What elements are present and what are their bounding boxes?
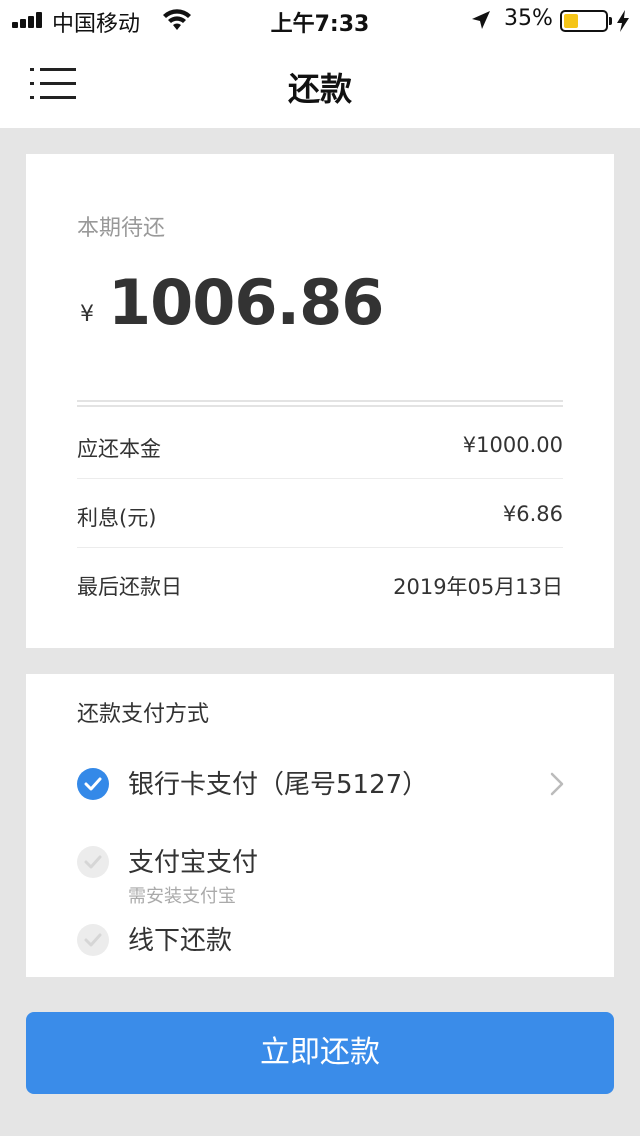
option-alipay[interactable]: 支付宝支付 需安装支付宝: [77, 842, 563, 907]
due-date-label: 最后还款日: [77, 575, 182, 599]
interest-value: ¥6.86: [502, 502, 563, 526]
unchecked-icon: [77, 846, 109, 878]
interest-label: 利息(元): [77, 506, 157, 530]
battery-fill: [564, 14, 578, 28]
option-bank-card-label: 银行卡支付（尾号5127）: [128, 770, 429, 800]
due-date-row: 最后还款日 2019年05月13日: [77, 549, 563, 617]
page-title: 还款: [287, 70, 352, 108]
payment-method-card: 还款支付方式 银行卡支付（尾号5127） 支付宝支付 需安装支付宝 线下还款: [26, 674, 614, 977]
principal-value: ¥1000.00: [462, 433, 563, 457]
repay-now-button[interactable]: 立即还款: [26, 1012, 614, 1094]
option-bank-card[interactable]: 银行卡支付（尾号5127）: [77, 764, 564, 804]
checked-icon: [77, 768, 109, 800]
due-label: 本期待还: [77, 216, 166, 241]
option-alipay-sub: 需安装支付宝: [128, 886, 236, 907]
battery-cap: [609, 17, 612, 25]
charging-bolt-icon: [617, 10, 629, 32]
option-alipay-label: 支付宝支付: [128, 848, 259, 878]
interest-row: 利息(元) ¥6.86: [77, 480, 563, 548]
principal-label: 应还本金: [77, 437, 161, 461]
unchecked-icon: [77, 924, 109, 956]
due-date-value: 2019年05月13日: [393, 575, 563, 599]
payment-method-title: 还款支付方式: [77, 702, 210, 727]
due-amount: 1006.86: [108, 266, 384, 339]
amount-due-card: 本期待还 ¥ 1006.86 应还本金 ¥1000.00 利息(元) ¥6.86…: [26, 154, 614, 648]
battery-icon: [560, 10, 608, 32]
status-bar: 中国移动 上午7:33 35%: [0, 0, 640, 40]
location-arrow-icon: [472, 11, 490, 29]
option-offline[interactable]: 线下还款: [77, 920, 563, 960]
option-offline-label: 线下还款: [128, 926, 233, 956]
principal-row: 应还本金 ¥1000.00: [77, 411, 563, 479]
nav-bar: 还款: [0, 40, 640, 128]
currency-symbol: ¥: [80, 302, 94, 327]
battery-percent: 35%: [504, 6, 553, 31]
divider: [77, 400, 563, 407]
chevron-right-icon: [550, 772, 564, 796]
